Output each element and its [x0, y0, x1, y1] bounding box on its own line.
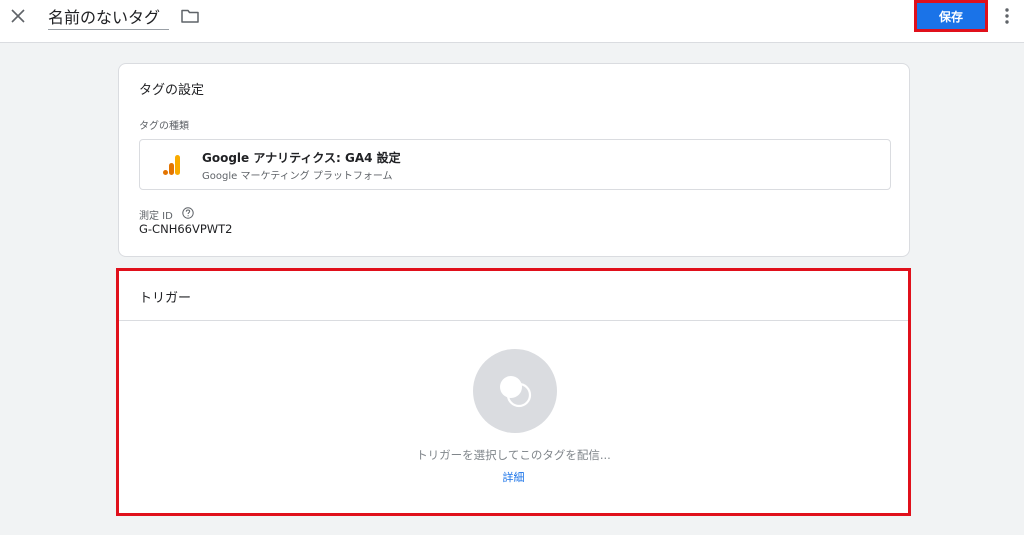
tag-type-name: Google アナリティクス: GA4 設定	[202, 151, 401, 165]
more-options-button[interactable]	[998, 4, 1016, 28]
tag-type-subtitle: Google マーケティング プラットフォーム	[202, 171, 393, 182]
tag-settings-card: タグの設定 タグの種類 Google アナリティクス: GA4 設定 Googl…	[118, 63, 910, 257]
top-bar: 保存	[0, 0, 1024, 43]
more-vert-icon	[1005, 8, 1009, 24]
close-button[interactable]	[8, 6, 28, 26]
tag-type-label: タグの種類	[139, 121, 189, 132]
trigger-header: トリガー	[119, 271, 908, 321]
save-button[interactable]: 保存	[914, 0, 988, 32]
trigger-card: トリガー トリガーを選択してこのタグを配信... 詳細	[116, 268, 911, 516]
measurement-id-value: G-CNH66VPWT2	[139, 222, 233, 236]
close-icon	[11, 9, 25, 23]
trigger-select-button[interactable]	[473, 349, 557, 433]
trigger-title: トリガー	[139, 291, 192, 306]
folder-icon	[181, 9, 199, 23]
tag-name-input[interactable]	[48, 3, 169, 30]
google-analytics-icon	[163, 155, 180, 175]
trigger-placeholder-text: トリガーを選択してこのタグを配信...	[416, 448, 611, 462]
help-icon[interactable]	[182, 207, 194, 219]
folder-button[interactable]	[180, 6, 200, 26]
tag-type-selector[interactable]: Google アナリティクス: GA4 設定 Google マーケティング プラ…	[139, 139, 891, 190]
trigger-icon	[500, 376, 532, 408]
tag-settings-title: タグの設定	[139, 83, 205, 98]
details-link[interactable]: 詳細	[119, 469, 908, 485]
measurement-id-label: 測定 ID	[139, 211, 173, 222]
